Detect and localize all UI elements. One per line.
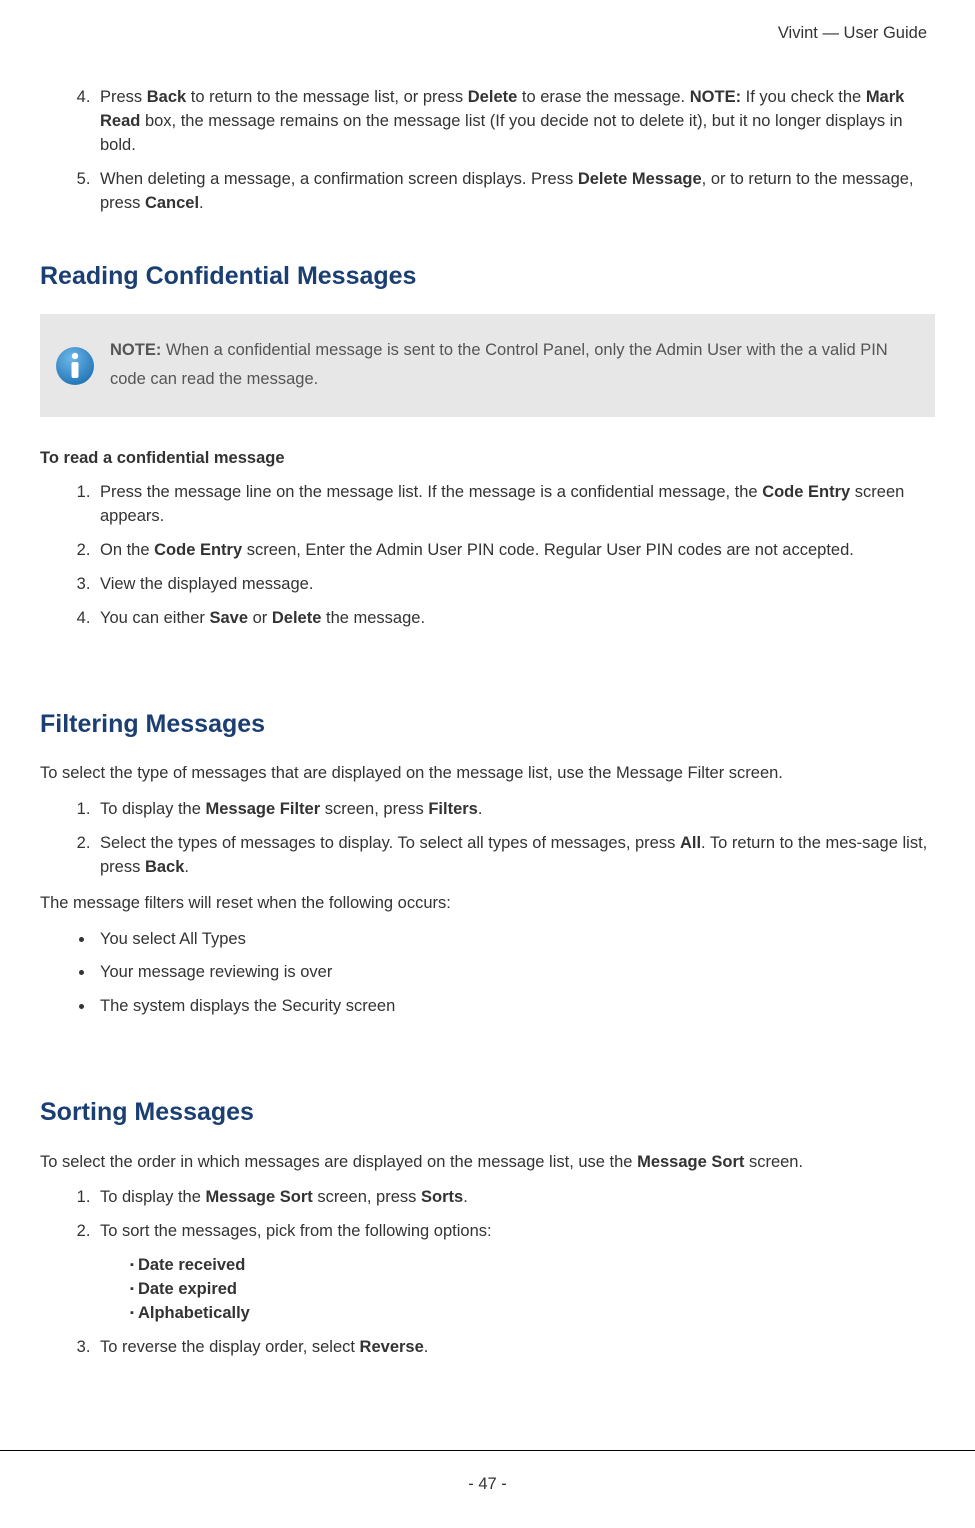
- filtering-steps-list: To display the Message Filter screen, pr…: [40, 798, 935, 880]
- list-item: Press the message line on the message li…: [95, 481, 935, 529]
- list-item: To sort the messages, pick from the foll…: [95, 1220, 935, 1326]
- footer-rule: [0, 1450, 975, 1451]
- list-item: Press Back to return to the message list…: [95, 86, 935, 158]
- sort-option: Date expired: [130, 1278, 935, 1302]
- reset-intro: The message filters will reset when the …: [40, 892, 935, 916]
- sort-option: Date received: [130, 1254, 935, 1278]
- info-icon: [55, 346, 95, 394]
- sorting-steps-list: To display the Message Sort screen, pres…: [40, 1186, 935, 1360]
- heading-reading-confidential: Reading Confidential Messages: [40, 258, 935, 294]
- header-title: Vivint — User Guide: [40, 22, 935, 46]
- page-container: Vivint — User Guide Press Back to return…: [0, 0, 975, 1360]
- list-item: Select the types of messages to display.…: [95, 832, 935, 880]
- continued-list: Press Back to return to the message list…: [40, 86, 935, 216]
- list-item: You select All Types: [95, 928, 935, 952]
- content-area: Press Back to return to the message list…: [40, 86, 935, 1360]
- sort-option: Alphabetically: [130, 1302, 935, 1326]
- list-item: To display the Message Sort screen, pres…: [95, 1186, 935, 1210]
- reset-bullet-list: You select All Types Your message review…: [40, 928, 935, 1020]
- list-item: To reverse the display order, select Rev…: [95, 1336, 935, 1360]
- sorting-intro: To select the order in which messages ar…: [40, 1151, 935, 1175]
- note-box: NOTE: When a confidential message is sen…: [40, 314, 935, 417]
- list-item: Your message reviewing is over: [95, 961, 935, 985]
- list-item: The system displays the Security screen: [95, 995, 935, 1019]
- list-item: View the displayed message.: [95, 573, 935, 597]
- subhead-read-confidential: To read a confidential message: [40, 447, 935, 471]
- list-item: To display the Message Filter screen, pr…: [95, 798, 935, 822]
- filtering-intro: To select the type of messages that are …: [40, 762, 935, 786]
- list-item: On the Code Entry screen, Enter the Admi…: [95, 539, 935, 563]
- page-number: - 47 -: [0, 1473, 975, 1522]
- list-item: When deleting a message, a confirmation …: [95, 168, 935, 216]
- heading-filtering: Filtering Messages: [40, 706, 935, 742]
- list-item: You can either Save or Delete the messag…: [95, 607, 935, 631]
- heading-sorting: Sorting Messages: [40, 1094, 935, 1130]
- sort-options: Date received Date expired Alphabeticall…: [100, 1254, 935, 1326]
- reading-steps-list: Press the message line on the message li…: [40, 481, 935, 631]
- note-text: NOTE: When a confidential message is sen…: [110, 336, 915, 395]
